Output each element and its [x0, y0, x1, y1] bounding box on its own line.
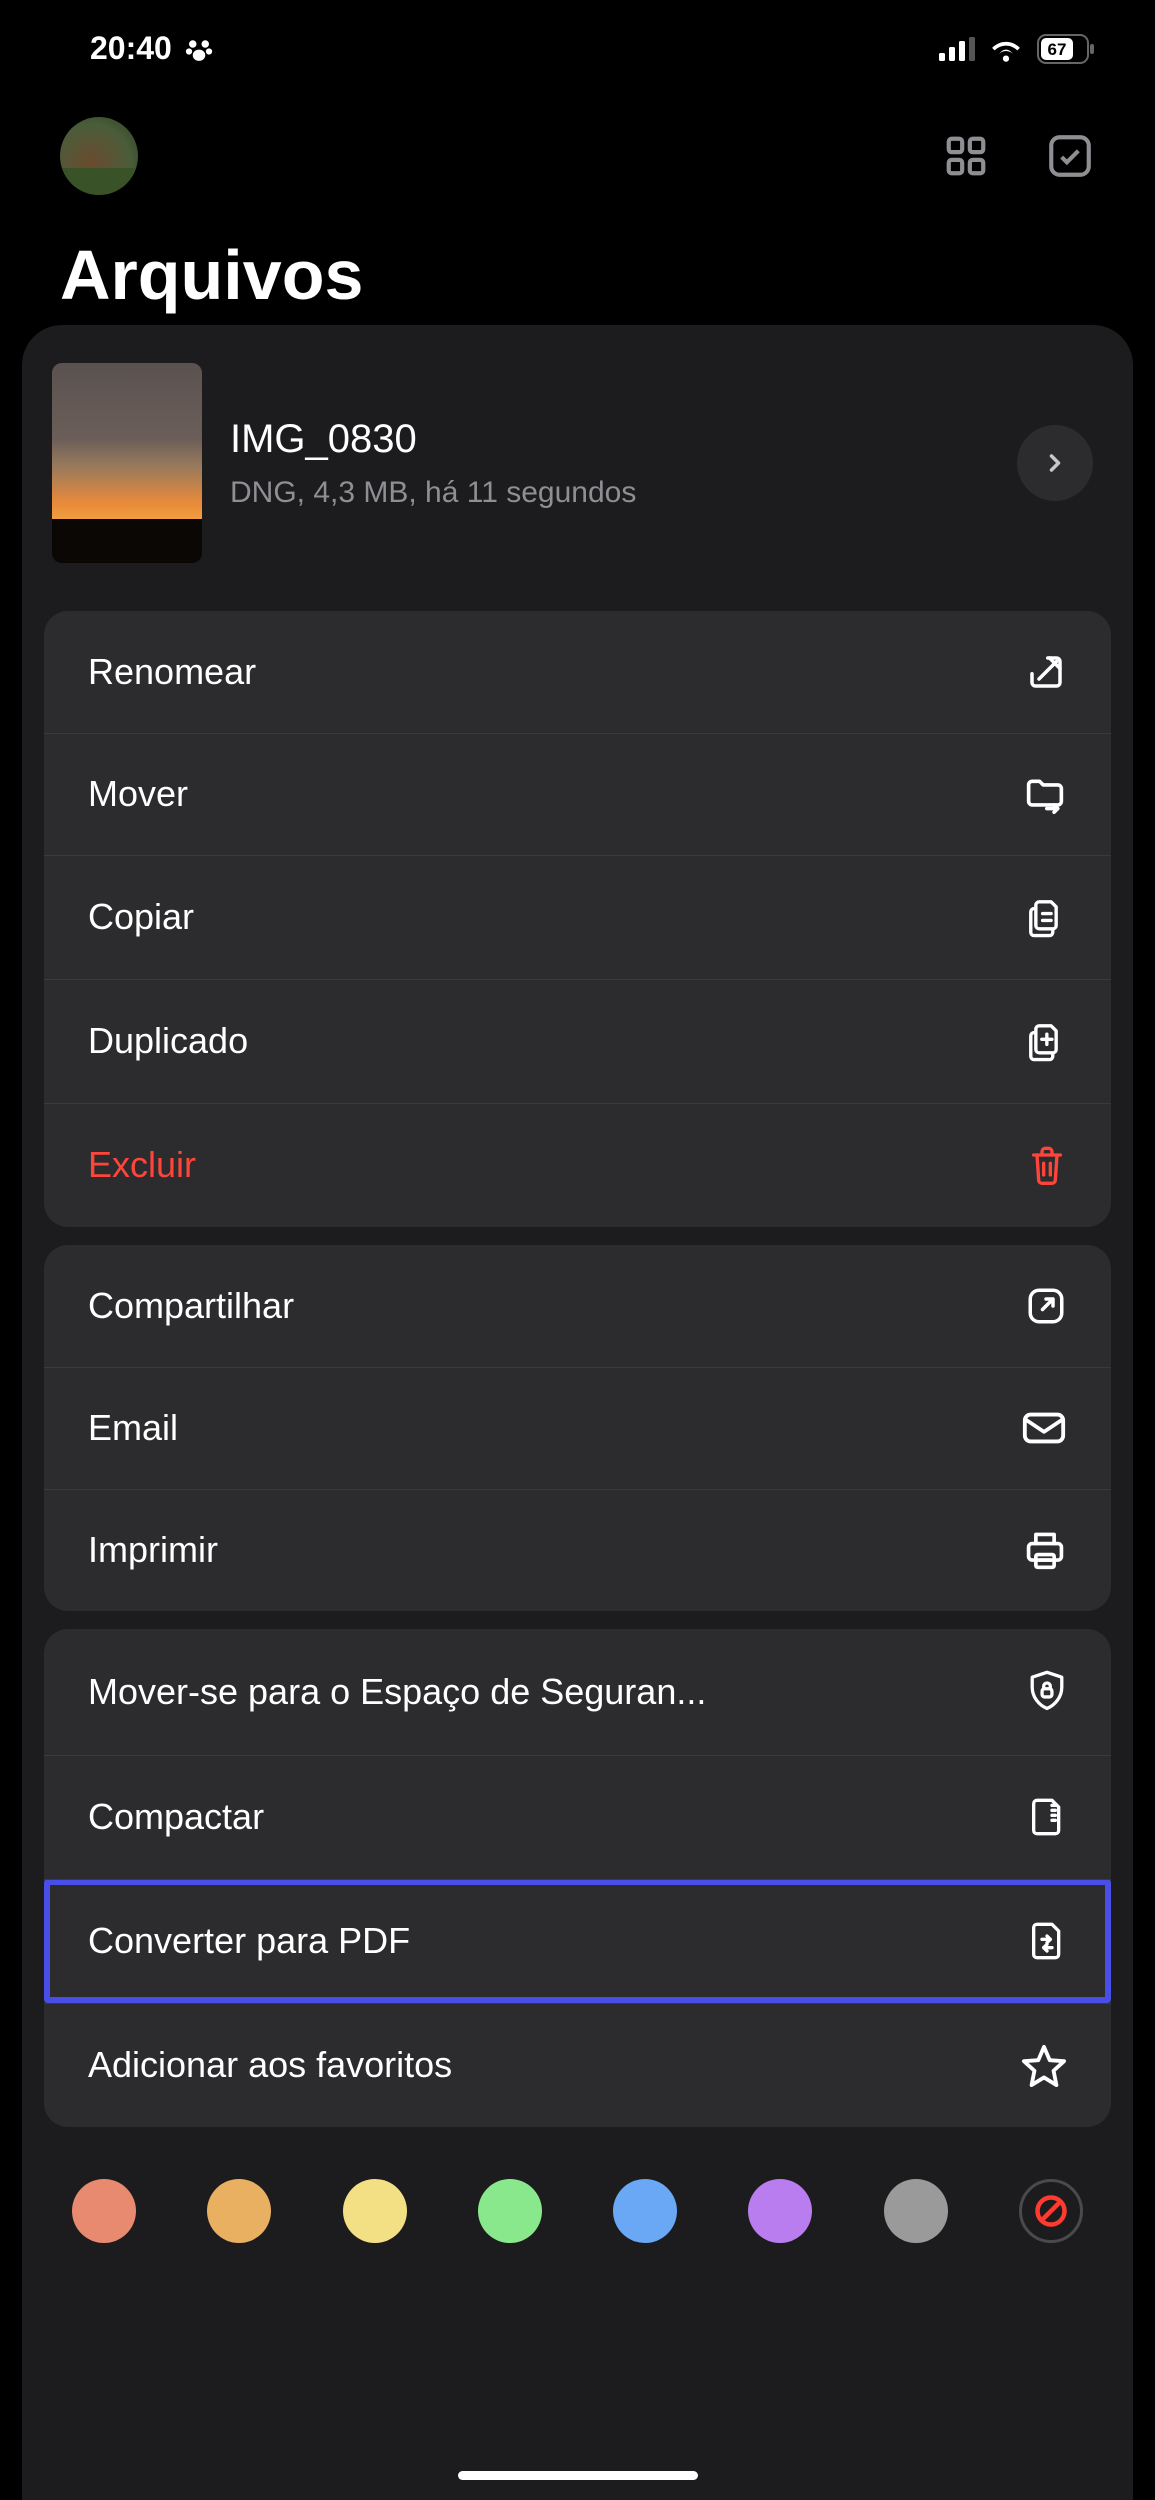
color-tag-1[interactable]: [207, 2179, 271, 2243]
cellular-icon: [939, 37, 975, 61]
duplicate-icon: [1025, 1019, 1067, 1063]
secure-move-item[interactable]: Mover-se para o Espaço de Seguran...: [44, 1629, 1111, 1755]
mail-icon: [1021, 1410, 1067, 1446]
rename-label: Renomear: [88, 651, 256, 693]
file-name: IMG_0830: [230, 417, 989, 462]
share-item[interactable]: Compartilhar: [44, 1245, 1111, 1367]
compress-label: Compactar: [88, 1796, 264, 1838]
favorite-item[interactable]: Adicionar aos favoritos: [44, 2003, 1111, 2127]
home-indicator[interactable]: [458, 2471, 698, 2480]
convert-pdf-icon: [1027, 1919, 1067, 1963]
trash-icon: [1027, 1143, 1067, 1187]
color-tag-5[interactable]: [748, 2179, 812, 2243]
copy-file-icon: [1025, 895, 1067, 939]
svg-text:67: 67: [1048, 40, 1067, 59]
file-info: IMG_0830 DNG, 4,3 MB, há 11 segundos: [230, 417, 989, 510]
print-item[interactable]: Imprimir: [44, 1489, 1111, 1611]
avatar[interactable]: [60, 117, 138, 195]
copy-item[interactable]: Copiar: [44, 855, 1111, 979]
color-tag-6[interactable]: [884, 2179, 948, 2243]
app-header: [0, 87, 1155, 215]
clear-tag-icon[interactable]: [1019, 2179, 1083, 2243]
status-time: 20:40: [90, 30, 172, 67]
select-checkbox-icon[interactable]: [1045, 131, 1095, 181]
email-item[interactable]: Email: [44, 1367, 1111, 1489]
file-thumbnail: [52, 363, 202, 563]
menu-group-share: Compartilhar Email Imprimir: [44, 1245, 1111, 1611]
status-left: 20:40: [90, 30, 214, 67]
file-header[interactable]: IMG_0830 DNG, 4,3 MB, há 11 segundos: [22, 353, 1133, 593]
delete-item[interactable]: Excluir: [44, 1103, 1111, 1227]
action-sheet: IMG_0830 DNG, 4,3 MB, há 11 segundos Ren…: [22, 325, 1133, 2500]
color-tag-0[interactable]: [72, 2179, 136, 2243]
menu-group-more: Mover-se para o Espaço de Seguran... Com…: [44, 1629, 1111, 2127]
move-label: Mover: [88, 773, 188, 815]
color-tag-4[interactable]: [613, 2179, 677, 2243]
duplicate-item[interactable]: Duplicado: [44, 979, 1111, 1103]
wifi-icon: [989, 36, 1023, 62]
paw-icon: [184, 34, 214, 64]
share-icon: [1025, 1285, 1067, 1327]
color-tag-3[interactable]: [478, 2179, 542, 2243]
menu-group-file-ops: Renomear Mover Copiar Duplicado Excluir: [44, 611, 1111, 1227]
convert-pdf-label: Converter para PDF: [88, 1920, 410, 1962]
zip-icon: [1027, 1795, 1067, 1839]
status-right: 67: [939, 34, 1095, 64]
duplicate-label: Duplicado: [88, 1020, 248, 1062]
print-icon: [1023, 1529, 1067, 1571]
compress-item[interactable]: Compactar: [44, 1755, 1111, 1879]
convert-pdf-item[interactable]: Converter para PDF: [44, 1879, 1111, 2003]
copy-label: Copiar: [88, 896, 194, 938]
delete-label: Excluir: [88, 1144, 196, 1186]
edit-icon: [1025, 651, 1067, 693]
folder-move-icon: [1023, 774, 1067, 814]
secure-move-label: Mover-se para o Espaço de Seguran...: [88, 1671, 706, 1713]
star-icon: [1021, 2043, 1067, 2087]
battery-icon: 67: [1037, 34, 1095, 64]
status-bar: 20:40 67: [0, 0, 1155, 87]
color-tag-2[interactable]: [343, 2179, 407, 2243]
lock-shield-icon: [1027, 1669, 1067, 1715]
print-label: Imprimir: [88, 1529, 218, 1571]
favorite-label: Adicionar aos favoritos: [88, 2044, 452, 2086]
file-details-chevron[interactable]: [1017, 425, 1093, 501]
page-title: Arquivos: [0, 215, 1155, 315]
file-meta: DNG, 4,3 MB, há 11 segundos: [230, 476, 989, 510]
color-tag-row: [22, 2145, 1133, 2273]
email-label: Email: [88, 1407, 178, 1449]
move-item[interactable]: Mover: [44, 733, 1111, 855]
grid-view-icon[interactable]: [943, 133, 989, 179]
rename-item[interactable]: Renomear: [44, 611, 1111, 733]
share-label: Compartilhar: [88, 1285, 294, 1327]
